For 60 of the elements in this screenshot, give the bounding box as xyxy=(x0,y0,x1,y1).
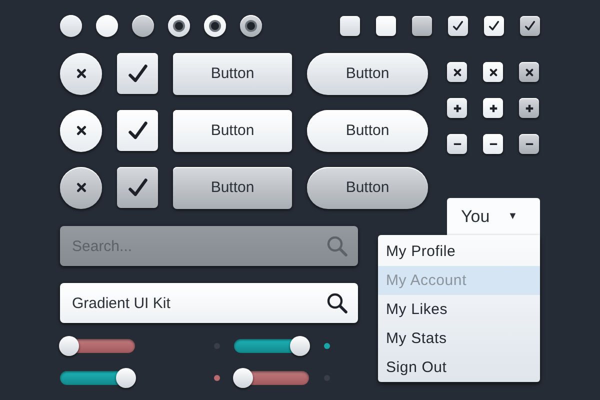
radio-button[interactable] xyxy=(240,15,262,37)
close-icon xyxy=(76,182,86,193)
minus-icon xyxy=(524,142,534,146)
toggle-switch[interactable] xyxy=(234,371,309,385)
search-field[interactable]: Gradient UI Kit xyxy=(60,283,358,323)
radio-button[interactable] xyxy=(204,15,226,37)
plus-icon xyxy=(488,104,498,112)
toggle-switch[interactable] xyxy=(234,339,309,353)
menu-item[interactable]: Sign Out xyxy=(378,353,540,382)
checkbox[interactable] xyxy=(117,53,158,94)
toggle-switch[interactable] xyxy=(60,371,135,385)
radio-button[interactable] xyxy=(168,15,190,37)
checkbox[interactable] xyxy=(484,16,504,36)
search-icon xyxy=(326,235,348,257)
minus-icon xyxy=(452,142,462,146)
minus-button[interactable] xyxy=(447,134,467,154)
close-icon xyxy=(452,68,462,76)
pill-button[interactable]: Button xyxy=(307,52,428,94)
search-icon xyxy=(326,292,348,314)
radio-button[interactable] xyxy=(60,15,82,37)
toggle-switch[interactable] xyxy=(60,339,135,353)
minus-button[interactable] xyxy=(519,134,539,154)
plus-icon xyxy=(524,104,534,112)
checkbox[interactable] xyxy=(376,16,396,36)
menu-item[interactable]: My Stats xyxy=(378,324,540,353)
close-button[interactable] xyxy=(519,62,539,82)
radio-button[interactable] xyxy=(132,15,154,37)
close-icon xyxy=(488,68,498,76)
checkbox[interactable] xyxy=(340,16,360,36)
close-button[interactable] xyxy=(447,62,467,82)
check-icon xyxy=(451,19,465,33)
menu-item[interactable]: My Profile xyxy=(378,237,540,266)
checkbox[interactable] xyxy=(520,16,540,36)
menu-item[interactable]: My Likes xyxy=(378,295,540,324)
plus-button[interactable] xyxy=(483,98,503,118)
close-icon xyxy=(76,68,86,79)
pill-button[interactable]: Button xyxy=(307,166,428,208)
radio-button[interactable] xyxy=(96,15,118,37)
close-icon xyxy=(524,68,534,76)
checkbox[interactable] xyxy=(412,16,432,36)
plus-icon xyxy=(452,104,462,112)
pill-button[interactable]: Button xyxy=(307,110,428,152)
dropdown-button[interactable]: You ▼ xyxy=(447,198,540,235)
close-button[interactable] xyxy=(483,62,503,82)
checkbox[interactable] xyxy=(448,16,468,36)
checkbox[interactable] xyxy=(117,167,158,208)
checkbox[interactable] xyxy=(117,110,158,151)
plus-button[interactable] xyxy=(519,98,539,118)
minus-button[interactable] xyxy=(483,134,503,154)
check-icon xyxy=(523,19,537,33)
minus-icon xyxy=(488,142,498,146)
close-button[interactable] xyxy=(60,166,102,208)
button[interactable]: Button xyxy=(173,52,292,94)
close-button[interactable] xyxy=(60,110,102,152)
button[interactable]: Button xyxy=(173,110,292,152)
close-icon xyxy=(76,125,86,136)
plus-button[interactable] xyxy=(447,98,467,118)
close-button[interactable] xyxy=(60,52,102,94)
button[interactable]: Button xyxy=(173,166,292,208)
check-icon xyxy=(487,19,501,33)
